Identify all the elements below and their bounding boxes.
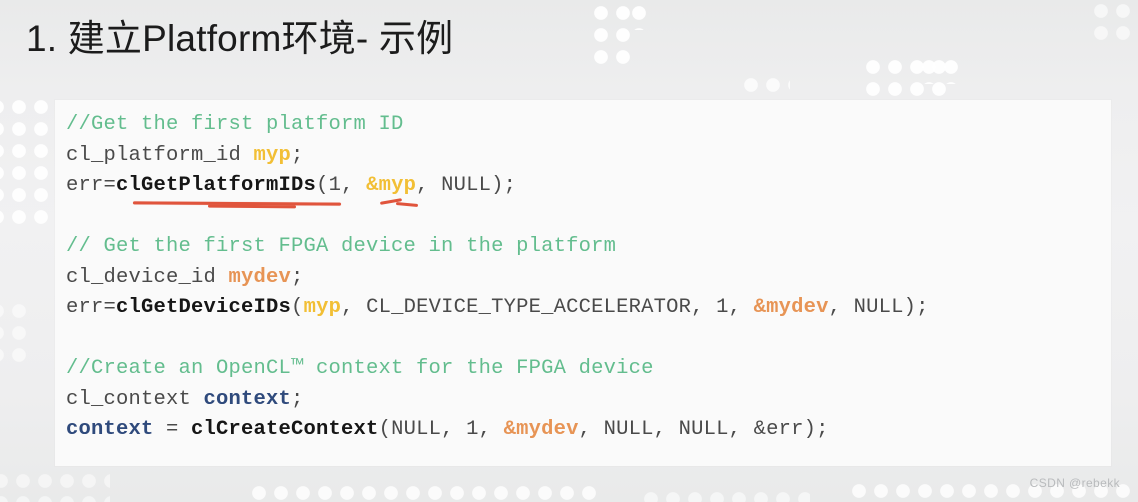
code-token: clGetDeviceIDs — [116, 296, 292, 319]
background-dot-pattern — [248, 482, 600, 502]
code-token: &mydev — [503, 418, 579, 441]
code-line: cl_context context; — [66, 385, 929, 416]
code-line: err=clGetDeviceIDs(myp, CL_DEVICE_TYPE_A… — [66, 293, 929, 324]
code-token: clCreateContext — [191, 418, 379, 441]
code-token: cl_platform_id — [66, 143, 254, 167]
code-panel: //Get the first platform ID cl_platform_i… — [55, 100, 1111, 466]
code-line: // Get the first FPGA device in the plat… — [66, 232, 929, 263]
background-dot-pattern — [640, 488, 810, 502]
slide-canvas: 1. 建立Platform环境- 示例 //Get the first plat… — [0, 0, 1138, 502]
code-token: mydev — [228, 265, 292, 289]
background-dot-pattern — [590, 2, 634, 70]
code-token: &myp — [366, 174, 417, 197]
code-line: context = clCreateContext(NULL, 1, &myde… — [66, 415, 929, 446]
code-line: //Create an OpenCL™ context for the FPGA… — [66, 354, 929, 385]
code-token: err= — [66, 174, 117, 197]
code-token: //Create an OpenCL™ context for the FPGA… — [66, 357, 654, 380]
code-token: err= — [66, 296, 117, 319]
background-dot-pattern — [0, 470, 110, 502]
code-token: cl_context — [66, 387, 204, 411]
background-dot-pattern — [918, 56, 964, 84]
background-dot-pattern — [0, 300, 26, 370]
background-dot-pattern — [0, 96, 48, 228]
code-token: cl_device_id — [66, 265, 229, 289]
code-token: ; — [291, 387, 304, 411]
code-token: = — [153, 418, 192, 441]
code-token: , CL_DEVICE_TYPE_ACCELERATOR, 1, — [341, 296, 754, 319]
code-line: err=clGetPlatformIDs(1, &myp, NULL); — [66, 171, 929, 202]
code-token: &mydev — [753, 296, 829, 319]
csdn-watermark: CSDN @rebekk — [1029, 476, 1120, 490]
code-line: cl_device_id mydev; — [66, 263, 929, 294]
code-token: ( — [291, 296, 304, 319]
code-token: , NULL); — [416, 174, 517, 197]
code-token: context — [66, 418, 154, 441]
code-token: ; — [291, 265, 304, 289]
slide-title: 1. 建立Platform环境- 示例 — [26, 18, 454, 59]
code-listing: //Get the first platform ID cl_platform_i… — [66, 110, 929, 446]
code-token: myp — [253, 143, 292, 167]
code-line: //Get the first platform ID — [66, 110, 929, 141]
code-token: , NULL); — [828, 296, 929, 319]
code-token: clGetPlatformIDs — [116, 174, 317, 197]
code-token: (NULL, 1, — [378, 418, 504, 441]
code-token: // Get the first FPGA device in the plat… — [66, 235, 617, 258]
code-token: myp — [303, 296, 342, 319]
code-line: cl_platform_id myp; — [66, 141, 929, 172]
code-token: context — [203, 387, 292, 411]
code-token: //Get the first platform ID — [66, 113, 404, 136]
background-dot-pattern — [1090, 0, 1138, 46]
code-token: (1, — [316, 174, 367, 197]
background-dot-pattern — [628, 2, 654, 30]
code-token: , NULL, NULL, &err); — [578, 418, 829, 441]
code-token: ; — [291, 143, 304, 167]
